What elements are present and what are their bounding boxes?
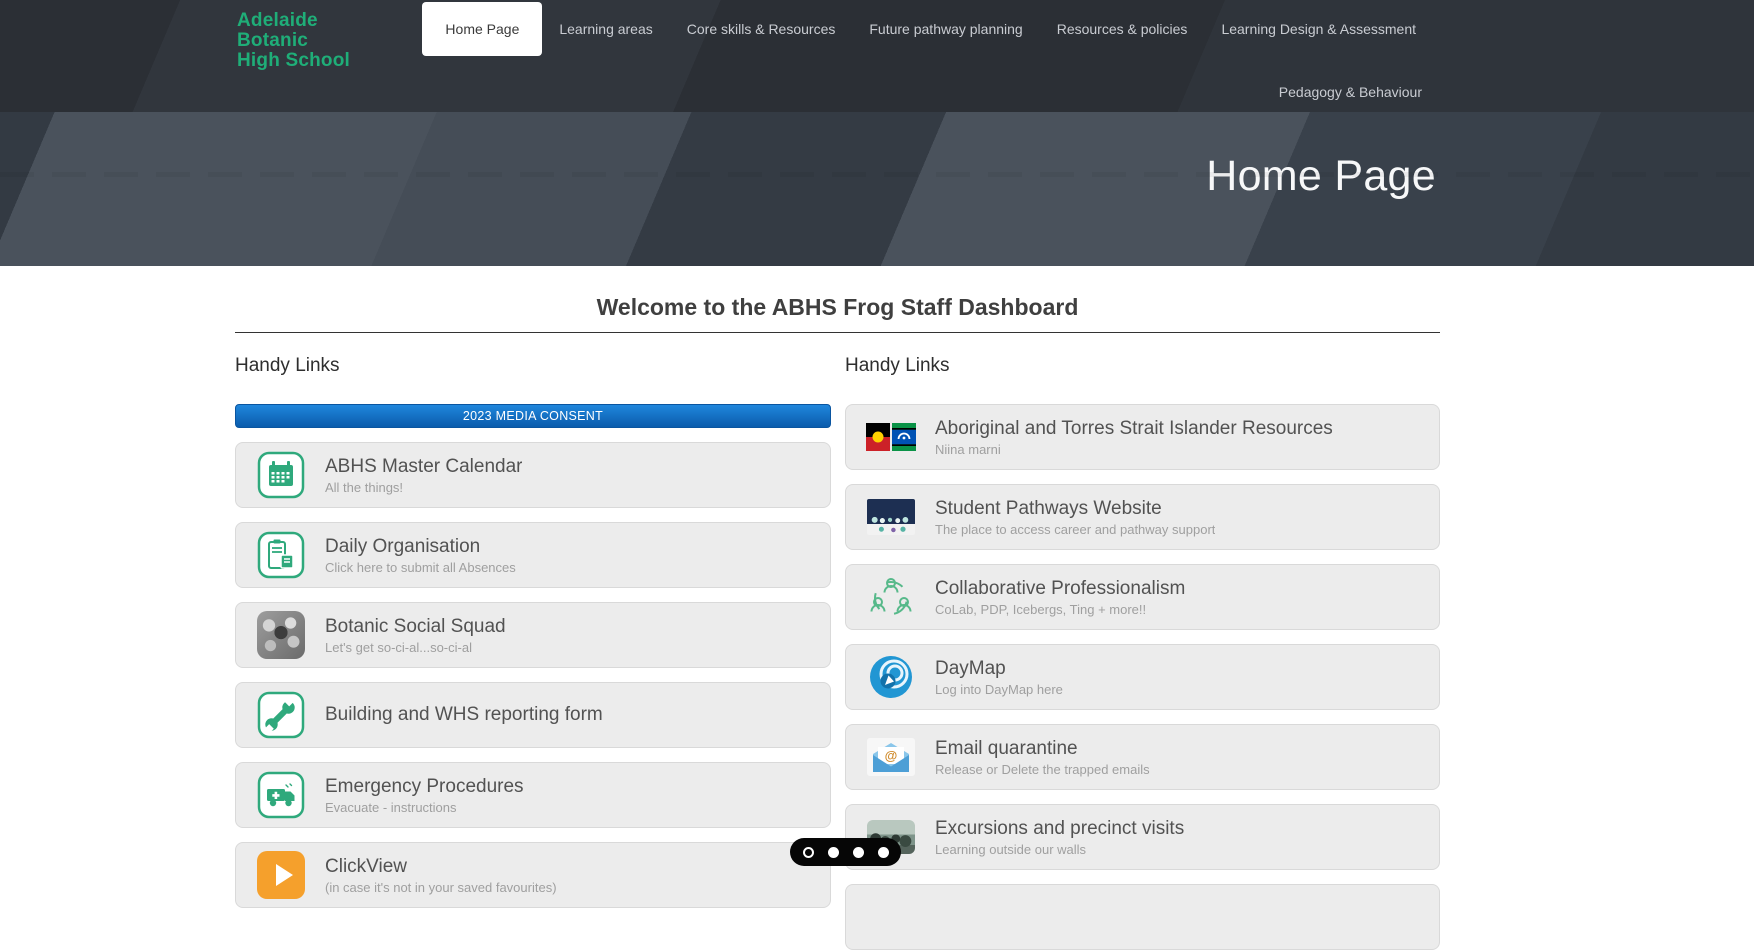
collaboration-icon	[866, 573, 916, 621]
card-title: Collaborative Professionalism	[935, 577, 1186, 599]
nav-item-learning-areas[interactable]: Learning areas	[542, 21, 669, 37]
logo-line-3: High School	[237, 50, 351, 71]
link-card-student-pathways[interactable]: Student Pathways Website The place to ac…	[845, 484, 1440, 550]
media-consent-button[interactable]: 2023 MEDIA CONSENT	[235, 404, 831, 428]
card-title: Building and WHS reporting form	[325, 704, 603, 725]
top-nav: Adelaide Botanic High School Home Page L…	[0, 0, 1754, 112]
card-title: Daily Organisation	[325, 535, 481, 557]
page-title: Home Page	[1206, 152, 1436, 200]
card-subtitle: Evacuate - instructions	[325, 799, 457, 815]
handy-links-right-column: Handy Links Aboriginal and Torres Strait…	[845, 333, 1440, 950]
nav-item-pedagogy-behaviour[interactable]: Pedagogy & Behaviour	[1279, 84, 1422, 100]
card-subtitle: Release or Delete the trapped emails	[935, 761, 1150, 777]
card-title: Excursions and precinct visits	[935, 817, 1185, 839]
carousel-dot[interactable]	[852, 846, 864, 858]
nav-item-resources-policies[interactable]: Resources & policies	[1040, 21, 1205, 37]
card-title: Aboriginal and Torres Strait Islander Re…	[935, 417, 1333, 439]
hero-banner: Home Page	[0, 112, 1754, 266]
play-icon	[256, 851, 306, 899]
carousel-pagination	[790, 838, 901, 866]
card-title: ABHS Master Calendar	[325, 455, 523, 477]
aboriginal-tsi-flags-icon	[866, 422, 916, 452]
nav-item-home-page[interactable]: Home Page	[422, 2, 543, 56]
link-card-emergency-procedures[interactable]: Emergency Procedures Evacuate - instruct…	[235, 762, 831, 828]
main-nav-row: Home Page Learning areas Core skills & R…	[422, 0, 1433, 58]
link-card-daily-organisation[interactable]: Daily Organisation Click here to submit …	[235, 522, 831, 588]
link-card-abhs-master-calendar[interactable]: ABHS Master Calendar All the things!	[235, 442, 831, 508]
welcome-heading: Welcome to the ABHS Frog Staff Dashboard	[596, 294, 1079, 320]
card-subtitle: Niina marni	[935, 441, 1001, 457]
svg-text:@: @	[885, 748, 898, 763]
logo-line-1: Adelaide	[237, 10, 318, 31]
link-card-clickview[interactable]: ClickView (in case it's not in your save…	[235, 842, 831, 908]
calendar-icon	[256, 451, 306, 499]
nav-item-core-skills[interactable]: Core skills & Resources	[670, 21, 853, 37]
nav-item-learning-design[interactable]: Learning Design & Assessment	[1204, 21, 1433, 37]
card-subtitle: Click here to submit all Absences	[325, 559, 516, 575]
card-subtitle: (in case it's not in your saved favourit…	[325, 879, 557, 895]
logo-line-2: Botanic	[237, 30, 309, 51]
school-logo[interactable]: Adelaide Botanic High School	[237, 11, 350, 71]
card-title: Botanic Social Squad	[325, 615, 506, 637]
link-card-botanic-social-squad[interactable]: Botanic Social Squad Let's get so-ci-al.…	[235, 602, 831, 668]
card-title: DayMap	[935, 657, 1006, 679]
card-subtitle: Learning outside our walls	[935, 841, 1087, 857]
link-card-email-quarantine[interactable]: @ Email quarantine Release or Delete the…	[845, 724, 1440, 790]
handy-links-left-column: Handy Links 2023 MEDIA CONSENT ABHS Mast…	[235, 333, 831, 950]
card-title: Email quarantine	[935, 737, 1078, 759]
link-card-collaborative-professionalism[interactable]: Collaborative Professionalism CoLab, PDP…	[845, 564, 1440, 630]
link-card-partial[interactable]	[845, 884, 1440, 950]
left-column-heading: Handy Links	[235, 355, 340, 376]
clipboard-icon	[256, 531, 306, 579]
link-card-excursions[interactable]: Excursions and precinct visits Learning …	[845, 804, 1440, 870]
right-column-heading: Handy Links	[845, 355, 950, 376]
link-card-building-whs-form[interactable]: Building and WHS reporting form	[235, 682, 831, 748]
flower-photo-icon	[256, 611, 306, 659]
carousel-dot[interactable]	[877, 846, 889, 858]
card-title: ClickView	[325, 855, 408, 877]
card-subtitle: The place to access career and pathway s…	[935, 521, 1216, 537]
nav-item-future-pathway[interactable]: Future pathway planning	[852, 21, 1039, 37]
wrench-icon	[256, 691, 306, 739]
card-subtitle: CoLab, PDP, Icebergs, Ting + more!!	[935, 601, 1147, 617]
ambulance-icon	[256, 771, 306, 819]
link-card-aboriginal-tsi-resources[interactable]: Aboriginal and Torres Strait Islander Re…	[845, 404, 1440, 470]
card-title: Student Pathways Website	[935, 497, 1162, 519]
card-title: Emergency Procedures	[325, 775, 524, 797]
link-card-daymap[interactable]: DayMap Log into DayMap here	[845, 644, 1440, 710]
card-subtitle: All the things!	[325, 479, 404, 495]
daymap-logo-icon	[866, 655, 916, 699]
card-subtitle: Let's get so-ci-al...so-ci-al	[325, 639, 472, 655]
email-at-icon: @	[866, 738, 916, 776]
card-subtitle: Log into DayMap here	[935, 681, 1063, 697]
carousel-dot[interactable]	[827, 846, 839, 858]
pathways-photo-icon	[866, 499, 916, 535]
carousel-dot-active[interactable]	[802, 846, 814, 858]
